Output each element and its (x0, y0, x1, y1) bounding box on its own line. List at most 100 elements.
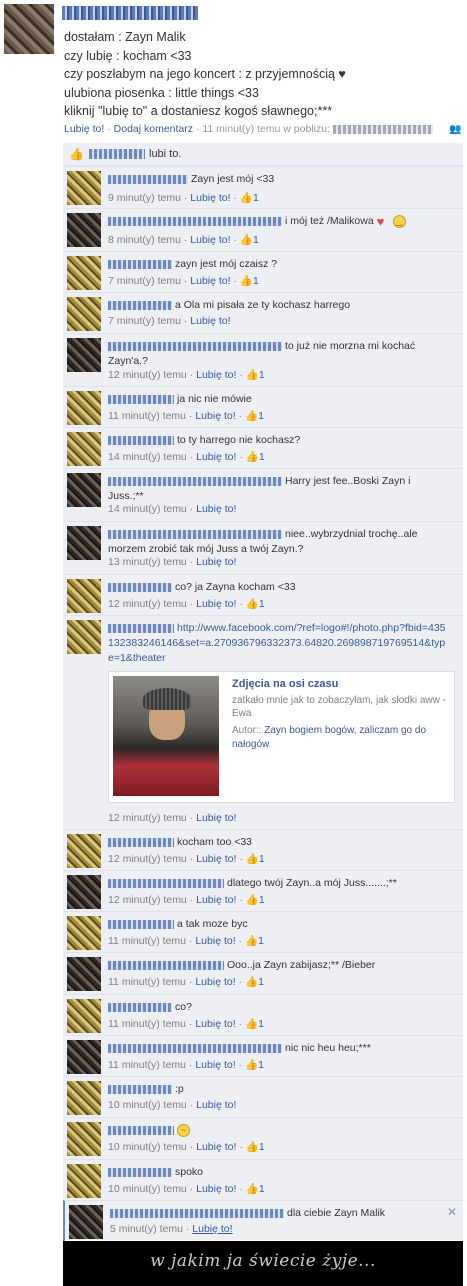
commenter-name-redacted[interactable] (108, 1167, 172, 1177)
commenter-name-redacted[interactable] (108, 1002, 172, 1012)
comment-like-link[interactable]: Lubię to! (196, 1141, 236, 1153)
comment-like-link[interactable]: Lubię to! (196, 369, 236, 381)
comment-like-link[interactable]: Lubię to! (196, 503, 236, 515)
like-count[interactable]: 👍1 (246, 369, 265, 381)
commenter-name-redacted[interactable] (108, 623, 174, 633)
like-count[interactable]: 👍1 (246, 853, 265, 865)
comment-like-link[interactable]: Lubię to! (196, 853, 236, 865)
commenter-name-redacted[interactable] (108, 878, 224, 888)
post-actions: Lubię to! · Dodaj komentarz · 11 minut(y… (64, 123, 433, 135)
comment-like-link[interactable]: Lubię to! (196, 556, 236, 568)
comment: co? ja Zayna kocham <33 12 minut(y) temu… (63, 574, 463, 615)
comment-like-link[interactable]: Lubię to! (196, 1099, 236, 1111)
commenter-avatar[interactable] (67, 432, 101, 466)
like-count[interactable]: 👍1 (245, 1018, 264, 1030)
commenter-name-redacted[interactable] (108, 394, 174, 404)
commenter-avatar[interactable] (67, 620, 101, 654)
like-count[interactable]: 👍1 (246, 451, 265, 463)
commenter-name-redacted[interactable] (108, 1084, 172, 1094)
like-count[interactable]: 👍1 (240, 234, 259, 246)
commenter-avatar[interactable] (69, 1205, 103, 1239)
commenter-avatar[interactable] (67, 1081, 101, 1115)
commenter-avatar[interactable] (67, 957, 101, 991)
comment-like-link[interactable]: Lubię to! (196, 598, 236, 610)
commenter-avatar[interactable] (67, 1122, 101, 1156)
like-count[interactable]: 👍1 (246, 1183, 265, 1195)
commenter-name-redacted[interactable] (108, 300, 172, 310)
commenter-avatar[interactable] (67, 579, 101, 613)
comment-like-link[interactable]: Lubię to! (196, 812, 236, 824)
commenter-avatar[interactable] (67, 213, 101, 247)
add-comment-link[interactable]: Dodaj komentarz (114, 123, 193, 135)
comment-like-link[interactable]: Lubię to! (190, 315, 230, 327)
comment-thread: 👍 lubi to. Zayn jest mój <33 9 minut(y) … (63, 143, 465, 1241)
like-count[interactable]: 👍1 (246, 598, 265, 610)
friends-audience-icon[interactable]: 👥 (449, 124, 461, 135)
commenter-name-redacted[interactable] (108, 174, 188, 184)
share-title[interactable]: Zdjęcia na osi czasu (232, 678, 338, 690)
commenter-avatar[interactable] (67, 1040, 101, 1074)
commenter-avatar[interactable] (67, 875, 101, 909)
caption-text: w jakim ja świecie żyje... (150, 1251, 376, 1271)
author-avatar[interactable] (4, 4, 54, 54)
commenter-avatar[interactable] (67, 473, 101, 507)
comment-time: 9 minut(y) temu (108, 192, 181, 204)
comment-like-link[interactable]: Lubię to! (190, 192, 230, 204)
post-like-link[interactable]: Lubię to! (64, 123, 104, 135)
comment-time: 10 minut(y) temu (108, 1141, 187, 1153)
commenter-avatar[interactable] (67, 526, 101, 560)
commenter-name-redacted[interactable] (110, 1208, 284, 1218)
comment-like-link[interactable]: Lubię to! (195, 935, 235, 947)
comment-text: nic nic heu heu;*** (285, 1042, 371, 1054)
commenter-avatar[interactable] (67, 391, 101, 425)
like-count[interactable]: 👍1 (245, 935, 264, 947)
commenter-avatar[interactable] (67, 171, 101, 205)
commenter-name-redacted[interactable] (108, 341, 282, 351)
commenter-avatar[interactable] (67, 916, 101, 950)
commenter-avatar[interactable] (67, 999, 101, 1033)
commenter-name-redacted[interactable] (108, 960, 224, 970)
shared-photo-thumbnail[interactable] (113, 676, 219, 796)
like-count[interactable]: 👍1 (245, 976, 264, 988)
commenter-name-redacted[interactable] (108, 1125, 174, 1135)
commenter-name-redacted[interactable] (108, 435, 174, 445)
comment-like-link[interactable]: Lubię to! (190, 234, 230, 246)
commenter-avatar[interactable] (67, 834, 101, 868)
commenter-avatar[interactable] (67, 338, 101, 372)
comment-like-link[interactable]: Lubię to! (196, 894, 236, 906)
location-redacted[interactable] (332, 124, 433, 134)
commenter-name-redacted[interactable] (108, 216, 282, 226)
commenter-name-redacted[interactable] (108, 582, 172, 592)
liker-name-redacted[interactable] (89, 149, 145, 159)
close-icon[interactable]: ✕ (447, 1205, 457, 1219)
commenter-avatar[interactable] (67, 1164, 101, 1198)
comment: a tak moze byc 11 minut(y) temu · Lubię … (63, 911, 463, 952)
like-count[interactable]: 👍1 (240, 275, 259, 287)
comment-like-link[interactable]: Lubię to! (190, 275, 230, 287)
commenter-name-redacted[interactable] (108, 529, 282, 539)
comment-like-link[interactable]: Lubię to! (195, 410, 235, 422)
commenter-name-redacted[interactable] (108, 259, 172, 269)
like-count[interactable]: 👍1 (245, 410, 264, 422)
commenter-name-redacted[interactable] (108, 476, 282, 486)
comment-like-link[interactable]: Lubię to! (196, 451, 236, 463)
share-author-link[interactable]: Zayn bogiem bogów, zaliczam go do nałogó… (232, 725, 426, 750)
comment-like-link[interactable]: Lubię to! (195, 976, 235, 988)
like-count[interactable]: 👍1 (240, 192, 259, 204)
comment-like-link[interactable]: Lubię to! (195, 1059, 235, 1071)
commenter-name-redacted[interactable] (108, 837, 174, 847)
comment-text: dla ciebie Zayn Malik (287, 1207, 386, 1219)
commenter-avatar[interactable] (67, 256, 101, 290)
comment-like-link[interactable]: Lubię to! (196, 1183, 236, 1195)
like-count[interactable]: 👍1 (245, 1059, 264, 1071)
like-count[interactable]: 👍1 (246, 1141, 265, 1153)
comment-like-link[interactable]: Lubię to! (195, 1018, 235, 1030)
author-name-redacted[interactable] (62, 6, 198, 20)
comment-like-link[interactable]: Lubię to! (192, 1223, 232, 1235)
commenter-avatar[interactable] (67, 297, 101, 331)
commenter-name-redacted[interactable] (108, 919, 174, 929)
like-count[interactable]: 👍1 (246, 894, 265, 906)
comment-text: zayn jest mój czaisz ? (175, 258, 278, 270)
commenter-name-redacted[interactable] (108, 1043, 282, 1053)
shared-photo-preview[interactable]: Zdjęcia na osi czasu zatkało mnie jak to… (108, 671, 455, 803)
